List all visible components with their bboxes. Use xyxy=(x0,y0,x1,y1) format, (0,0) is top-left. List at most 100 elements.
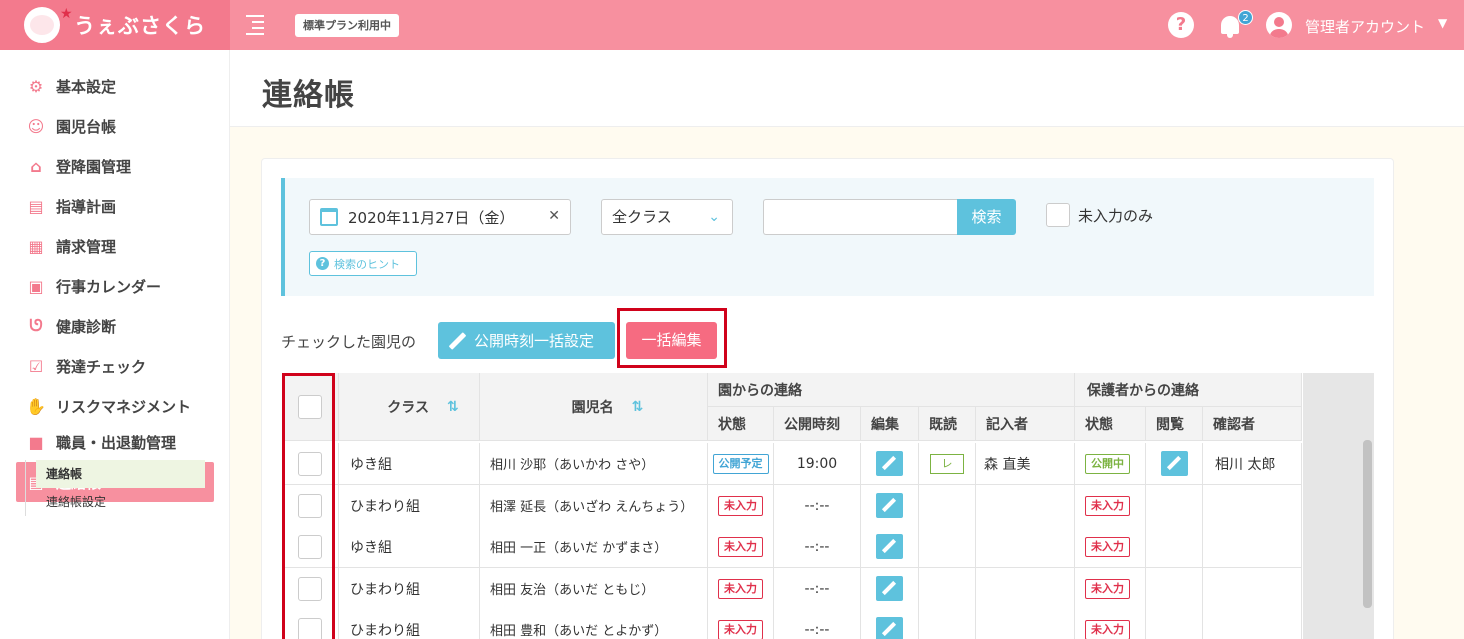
row-class: ひまわり組 xyxy=(339,568,480,610)
row-read: レ xyxy=(919,443,976,485)
publish-time-bulk-button[interactable]: 公開時刻一括設定 xyxy=(438,322,615,359)
header-confirmer-text: 確認者 xyxy=(1213,416,1255,433)
class-select[interactable]: 全クラス ⌄ xyxy=(601,199,733,235)
date-value: 2020年11月27日（金） xyxy=(348,208,515,227)
row-class-text: ゆき組 xyxy=(350,456,392,473)
sort-icon[interactable]: ⇅ xyxy=(632,399,644,415)
row-class: ゆき組 xyxy=(339,526,480,568)
sidebar-item-9[interactable]: ■ 職員・出退勤管理 xyxy=(16,422,214,462)
row-publish-time-text: --:-- xyxy=(804,580,830,597)
sidebar-item-5[interactable]: ▣ 行事カレンダー xyxy=(16,266,214,306)
row-child-name-text: 相澤 延長（あいざわ えんちょう） xyxy=(490,500,694,515)
row-parent-status: 公開中 xyxy=(1075,443,1146,485)
sidebar-item-6[interactable]: ᘎ 健康診断 xyxy=(16,306,214,346)
row-writer: 森 直美 xyxy=(976,443,1075,485)
row-edit xyxy=(861,443,919,485)
hands-icon: ✋ xyxy=(26,396,46,416)
publish-button-label: 公開時刻一括設定 xyxy=(474,332,595,350)
row-child-name[interactable]: 相川 沙耶（あいかわ さや） xyxy=(480,443,708,485)
logo[interactable]: ★ うぇぶさくら xyxy=(0,0,230,50)
edit-pencil-icon[interactable] xyxy=(876,617,903,639)
chevron-down-icon[interactable]: ▼ xyxy=(1438,16,1447,30)
search-input[interactable] xyxy=(763,199,958,235)
row-confirmer xyxy=(1203,485,1302,527)
header-from-school-text: 園からの連絡 xyxy=(718,382,802,399)
sidebar-item-4[interactable]: ▦ 請求管理 xyxy=(16,226,214,266)
header-read-text: 既読 xyxy=(929,416,957,433)
row-confirmer xyxy=(1203,568,1302,610)
row-parent-status: 未入力 xyxy=(1075,485,1146,527)
filter-panel xyxy=(281,178,1374,296)
status-badge: 未入力 xyxy=(718,536,763,557)
sidebar-item-7[interactable]: ☑ 発達チェック xyxy=(16,346,214,386)
edit-pencil-icon[interactable] xyxy=(876,576,903,601)
user-avatar-icon[interactable] xyxy=(1266,12,1292,38)
calendar-icon xyxy=(320,208,338,226)
only-empty-label: 未入力のみ xyxy=(1078,207,1154,225)
calendar-clock-icon: ▣ xyxy=(28,276,44,296)
row-view xyxy=(1146,526,1203,568)
header-view-text: 閲覧 xyxy=(1156,416,1184,433)
row-status: 未入力 xyxy=(708,609,774,639)
row-child-name[interactable]: 相田 豊和（あいだ とよかず） xyxy=(480,609,708,639)
header-read: 既読 xyxy=(919,407,976,441)
header-parent-status-text: 状態 xyxy=(1085,416,1113,433)
sidebar-item-8[interactable]: ✋ リスクマネジメント xyxy=(16,386,214,426)
notebook-icon: ▤ xyxy=(28,196,44,216)
header-writer-text: 記入者 xyxy=(986,416,1028,433)
search-hint-button[interactable]: ? 検索のヒント xyxy=(309,251,417,276)
row-child-name[interactable]: 相田 一正（あいだ かずまさ） xyxy=(480,526,708,568)
gear-icon: ⚙ xyxy=(28,76,44,96)
header-writer: 記入者 xyxy=(976,407,1075,441)
row-parent-status: 未入力 xyxy=(1075,568,1146,610)
user-menu[interactable]: 管理者アカウント xyxy=(1305,16,1425,37)
sidebar-item-0[interactable]: ⚙ 基本設定 xyxy=(16,66,214,106)
scrollbar-thumb[interactable] xyxy=(1363,440,1372,608)
edit-pencil-icon[interactable] xyxy=(876,493,903,518)
row-child-name[interactable]: 相田 友治（あいだ ともじ） xyxy=(480,568,708,610)
row-class-text: ゆき組 xyxy=(350,539,392,556)
row-writer xyxy=(976,609,1075,639)
view-pencil-icon[interactable] xyxy=(1160,451,1188,476)
row-status: 未入力 xyxy=(708,526,774,568)
row-writer xyxy=(976,568,1075,610)
row-read xyxy=(919,568,976,610)
sidebar-item-label: 健康診断 xyxy=(56,317,117,336)
sidebar-item-2[interactable]: ⌂ 登降園管理 xyxy=(16,146,214,186)
sort-icon[interactable]: ⇅ xyxy=(447,399,459,415)
bulk-action-label: チェックした園児の xyxy=(281,333,417,351)
sub-nav-item-renrakucho[interactable]: 連絡帳 xyxy=(36,460,205,488)
row-child-name-text: 相田 友治（あいだ ともじ） xyxy=(490,583,655,598)
sidebar-item-3[interactable]: ▤ 指導計画 xyxy=(16,186,214,226)
stethoscope-icon: ᘎ xyxy=(29,316,43,335)
search-button[interactable]: 検索 xyxy=(957,199,1016,235)
class-select-value: 全クラス xyxy=(612,208,672,226)
edit-pencil-icon[interactable] xyxy=(876,534,903,559)
sidebar-item-label: 登降園管理 xyxy=(56,157,132,176)
row-class-text: ひまわり組 xyxy=(350,622,420,639)
row-publish-time: --:-- xyxy=(774,526,861,568)
row-parent-status: 未入力 xyxy=(1075,609,1146,639)
row-confirmer xyxy=(1203,526,1302,568)
row-edit xyxy=(861,526,919,568)
sub-nav-item-settings[interactable]: 連絡帳設定 xyxy=(36,488,205,516)
header-class-text: クラス xyxy=(387,399,429,416)
only-empty-checkbox[interactable] xyxy=(1046,203,1070,227)
help-icon[interactable]: ? xyxy=(1168,12,1194,38)
row-class-text: ひまわり組 xyxy=(350,581,420,598)
row-child-name[interactable]: 相澤 延長（あいざわ えんちょう） xyxy=(480,485,708,527)
logo-mascot-icon xyxy=(24,7,60,43)
status-badge: 未入力 xyxy=(718,495,763,516)
header-view: 閲覧 xyxy=(1146,407,1203,441)
bulk-edit-button[interactable]: 一括編集 xyxy=(626,322,717,359)
clear-icon[interactable]: ✕ xyxy=(548,208,560,224)
edit-pencil-icon[interactable] xyxy=(876,451,903,476)
sidebar-item-1[interactable]: ☺ 園児台帳 xyxy=(16,106,214,146)
header-from-parent: 保護者からの連絡 xyxy=(1075,373,1302,407)
app-header: ★ うぇぶさくら 標準プラン利用中 ? 2 管理者アカウント ▼ xyxy=(0,0,1464,50)
row-class: ゆき組 xyxy=(339,443,480,485)
menu-toggle-icon[interactable] xyxy=(246,15,264,35)
row-publish-time-text: --:-- xyxy=(804,538,830,555)
sidebar-item-label: 請求管理 xyxy=(56,237,117,256)
date-picker[interactable]: 2020年11月27日（金） ✕ xyxy=(309,199,571,235)
